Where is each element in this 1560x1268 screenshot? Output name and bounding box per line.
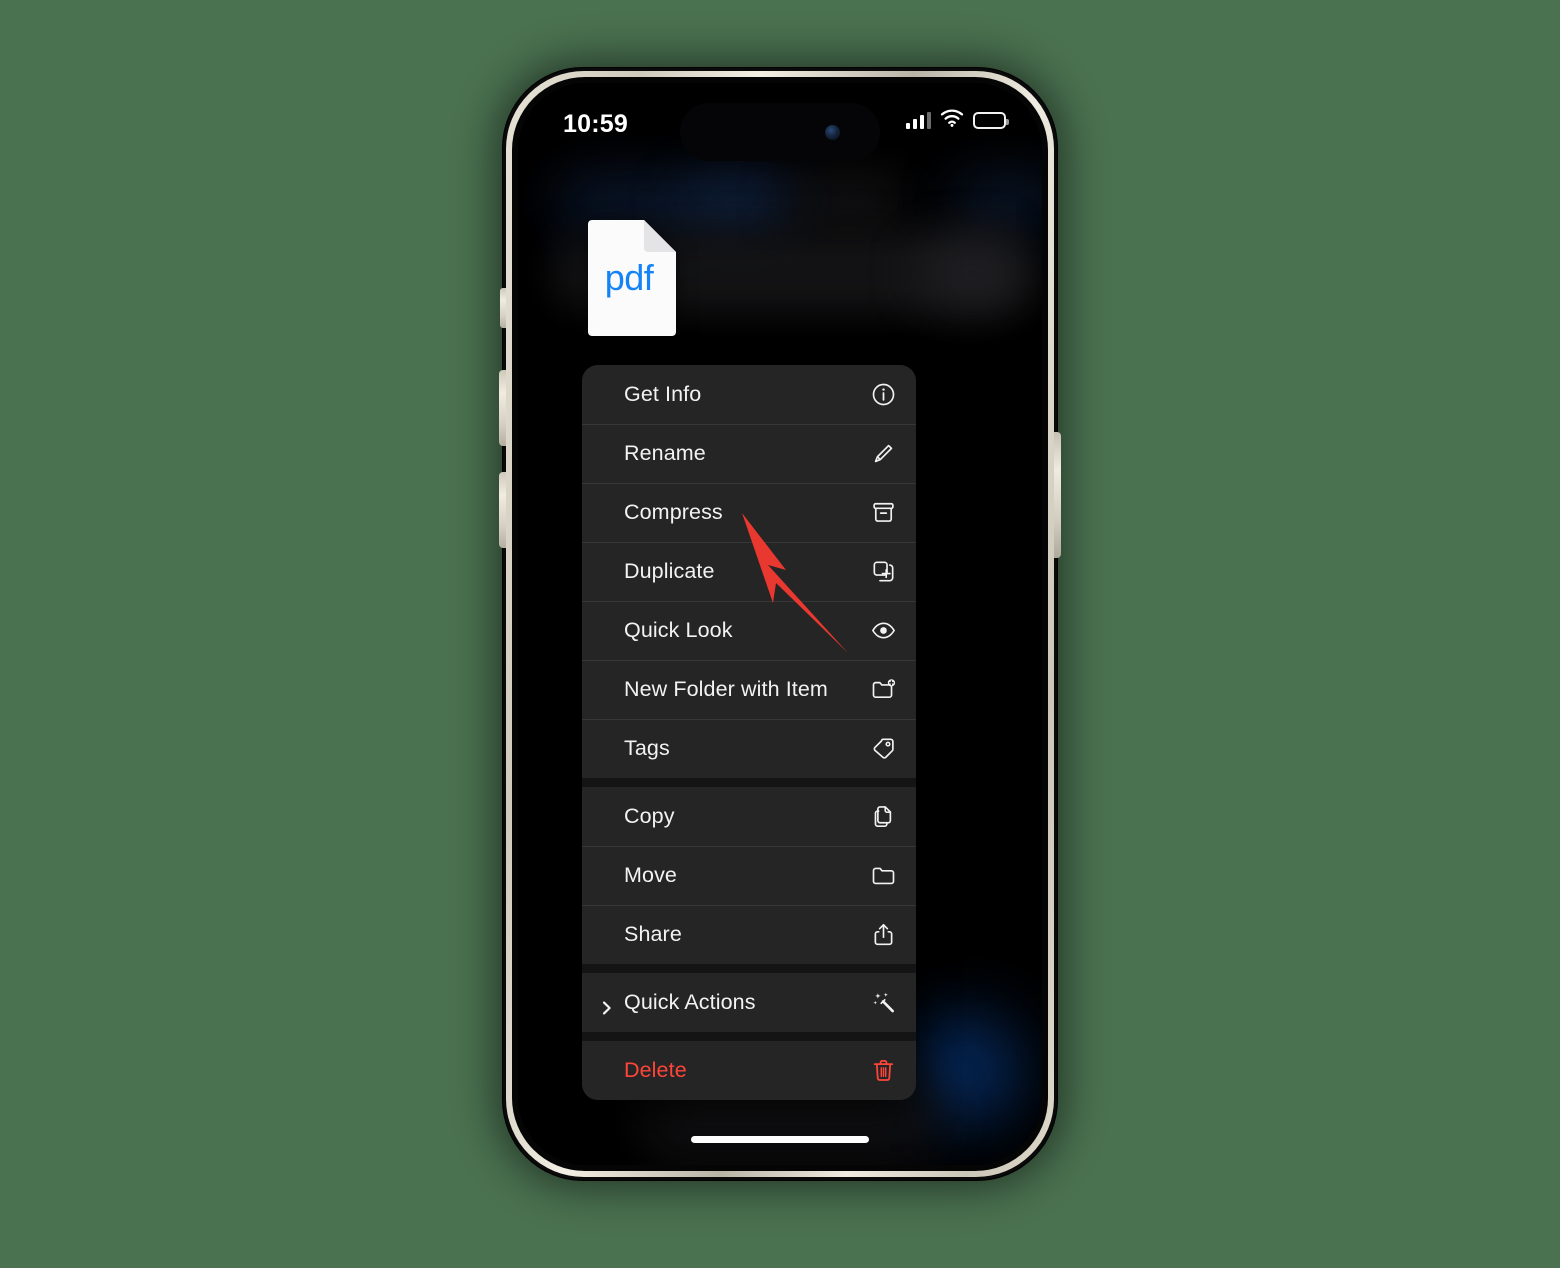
menu-item-compress[interactable]: Compress xyxy=(582,483,916,542)
chevron-right-icon xyxy=(600,996,614,1014)
side-power-button[interactable] xyxy=(1054,432,1061,558)
phone-screen: 10:59 pdf Get Info Rename Compress Dupli… xyxy=(518,83,1042,1165)
duplicate-plus-icon xyxy=(869,558,897,586)
menu-item-label: Duplicate xyxy=(624,559,715,583)
folder-badge-plus-icon xyxy=(869,676,897,704)
menu-item-quick-look[interactable]: Quick Look xyxy=(582,601,916,660)
menu-item-label: Quick Look xyxy=(624,618,733,642)
context-menu-group-separator xyxy=(582,1032,916,1041)
menu-item-get-info[interactable]: Get Info xyxy=(582,365,916,424)
pencil-icon xyxy=(869,440,897,468)
menu-item-copy[interactable]: Copy xyxy=(582,787,916,846)
eye-icon xyxy=(869,617,897,645)
menu-item-label: Tags xyxy=(624,736,670,760)
context-menu-group: Quick Actions xyxy=(582,973,916,1032)
menu-item-quick-actions[interactable]: Quick Actions xyxy=(582,973,916,1032)
menu-item-tags[interactable]: Tags xyxy=(582,719,916,778)
backdrop-blob xyxy=(678,179,798,221)
menu-item-move[interactable]: Move xyxy=(582,846,916,905)
context-menu-group: Delete xyxy=(582,1041,916,1100)
volume-down-button[interactable] xyxy=(499,472,506,548)
menu-item-label: Copy xyxy=(624,804,675,828)
tag-icon xyxy=(869,735,897,763)
status-bar: 10:59 xyxy=(518,83,1042,161)
menu-item-label: Quick Actions xyxy=(624,990,756,1014)
cellular-bars-icon xyxy=(906,112,931,129)
menu-item-label: Rename xyxy=(624,441,706,465)
copy-documents-icon xyxy=(869,803,897,831)
menu-item-label: Move xyxy=(624,863,677,887)
menu-item-label: Delete xyxy=(624,1058,687,1082)
pdf-file-icon[interactable] xyxy=(582,220,676,342)
menu-item-duplicate[interactable]: Duplicate xyxy=(582,542,916,601)
wand-sparkles-icon xyxy=(869,989,897,1017)
menu-item-new-folder-with-item[interactable]: New Folder with Item xyxy=(582,660,916,719)
wifi-icon xyxy=(940,109,964,132)
front-camera-icon xyxy=(825,125,840,140)
menu-item-delete[interactable]: Delete xyxy=(582,1041,916,1100)
menu-item-label: Share xyxy=(624,922,682,946)
menu-item-share[interactable]: Share xyxy=(582,905,916,964)
info-circle-icon xyxy=(869,381,897,409)
folder-icon xyxy=(869,862,897,890)
menu-item-rename[interactable]: Rename xyxy=(582,424,916,483)
status-bar-time: 10:59 xyxy=(563,110,628,138)
menu-item-label: Compress xyxy=(624,500,723,524)
archivebox-icon xyxy=(869,499,897,527)
screenshot-stage: 10:59 pdf Get Info Rename Compress Dupli… xyxy=(0,0,1560,1268)
menu-item-label: New Folder with Item xyxy=(624,677,828,701)
menu-item-label: Get Info xyxy=(624,382,702,406)
context-menu-group: Copy Move Share xyxy=(582,787,916,964)
share-up-icon xyxy=(869,921,897,949)
home-indicator[interactable] xyxy=(691,1136,869,1143)
mute-switch-button[interactable] xyxy=(500,288,506,328)
context-menu-group-separator xyxy=(582,778,916,787)
backdrop-blob xyxy=(918,241,1028,305)
backdrop-blob xyxy=(948,173,1042,233)
battery-icon xyxy=(973,112,1009,129)
trash-icon xyxy=(869,1057,897,1085)
status-bar-indicators xyxy=(906,109,1009,132)
context-menu-group: Get Info Rename Compress Duplicate Quick… xyxy=(582,365,916,778)
volume-up-button[interactable] xyxy=(499,370,506,446)
backdrop-blob xyxy=(786,181,906,221)
context-menu: Get Info Rename Compress Duplicate Quick… xyxy=(582,365,916,1100)
context-menu-group-separator xyxy=(582,964,916,973)
dynamic-island xyxy=(680,103,880,161)
